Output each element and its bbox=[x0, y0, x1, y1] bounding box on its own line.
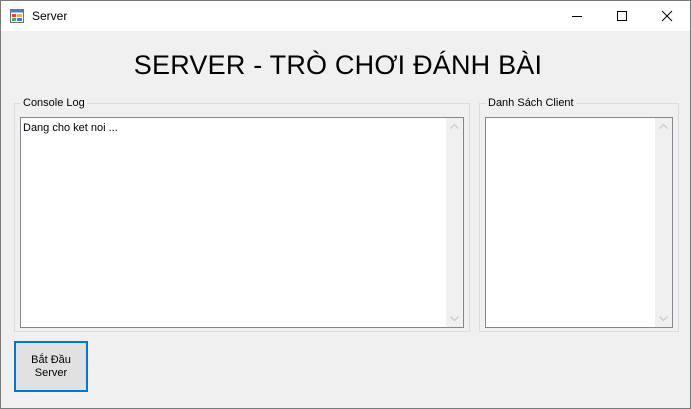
scroll-down-arrow-icon[interactable] bbox=[450, 316, 459, 322]
console-log-textbox[interactable]: Dang cho ket noi ... bbox=[20, 117, 464, 328]
minimize-icon bbox=[572, 16, 582, 17]
app-icon bbox=[10, 9, 24, 23]
client-list-label: Danh Sách Client bbox=[486, 96, 576, 110]
close-icon bbox=[661, 10, 673, 22]
console-log-scrollbar[interactable] bbox=[446, 118, 463, 327]
close-button[interactable] bbox=[644, 1, 690, 31]
scroll-down-arrow-icon[interactable] bbox=[659, 316, 668, 322]
title-bar[interactable]: Server bbox=[1, 1, 690, 31]
client-list-box[interactable] bbox=[485, 117, 673, 328]
maximize-icon bbox=[617, 11, 627, 21]
scroll-up-arrow-icon[interactable] bbox=[450, 123, 459, 129]
client-list-group: Danh Sách Client bbox=[479, 96, 679, 332]
scroll-up-arrow-icon[interactable] bbox=[659, 123, 668, 129]
start-server-button[interactable]: Bắt Đầu Server bbox=[14, 341, 88, 392]
console-log-group: Console Log Dang cho ket noi ... bbox=[14, 96, 470, 332]
console-log-text: Dang cho ket noi ... bbox=[23, 122, 118, 134]
page-title: SERVER - TRÒ CHƠI ĐÁNH BÀI bbox=[133, 50, 543, 80]
client-list-scrollbar[interactable] bbox=[655, 118, 672, 327]
console-log-label: Console Log bbox=[21, 96, 87, 110]
client-area: SERVER - TRÒ CHƠI ĐÁNH BÀI Console Log D… bbox=[1, 31, 690, 408]
window-title: Server bbox=[32, 9, 68, 23]
maximize-button[interactable] bbox=[599, 1, 645, 31]
server-window: Server SERVER - TRÒ CHƠI ĐÁNH BÀI Consol… bbox=[0, 0, 691, 409]
minimize-button[interactable] bbox=[554, 1, 600, 31]
